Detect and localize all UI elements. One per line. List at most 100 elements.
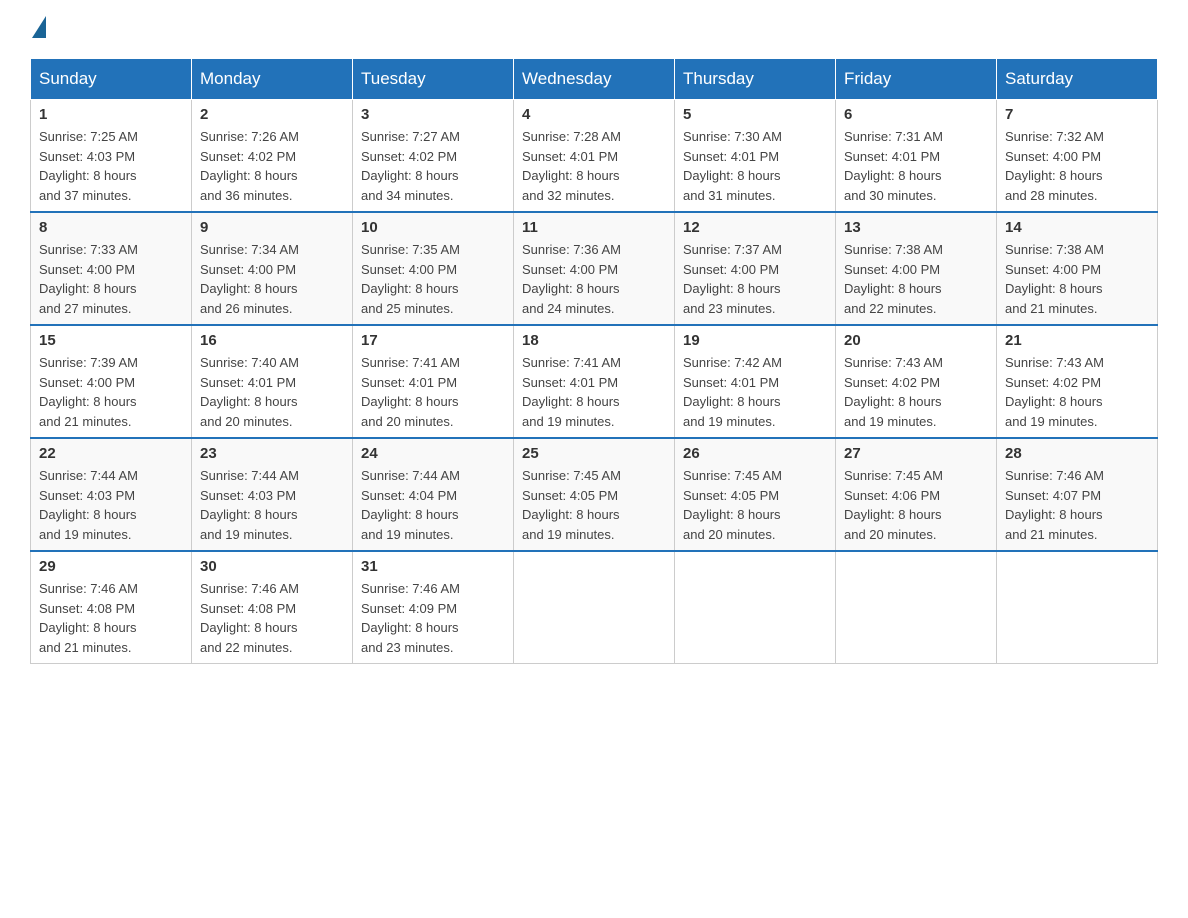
- calendar-day-cell: 11 Sunrise: 7:36 AMSunset: 4:00 PMDayligh…: [514, 212, 675, 325]
- calendar-day-cell: 17Sunrise: 7:41 AMSunset: 4:01 PMDayligh…: [353, 325, 514, 438]
- day-info: Sunrise: 7:36 AMSunset: 4:00 PMDaylight:…: [522, 240, 666, 318]
- day-info: Sunrise: 7:25 AMSunset: 4:03 PMDaylight:…: [39, 127, 183, 205]
- calendar-day-cell: 19 Sunrise: 7:42 AMSunset: 4:01 PMDayligh…: [675, 325, 836, 438]
- day-number: 9: [200, 219, 344, 236]
- day-info: Sunrise: 7:45 AMSunset: 4:05 PMDaylight:…: [683, 466, 827, 544]
- day-of-week-header: Wednesday: [514, 59, 675, 100]
- calendar-week-row: 8 Sunrise: 7:33 AMSunset: 4:00 PMDaylight…: [31, 212, 1158, 325]
- day-number: 23: [200, 445, 344, 462]
- day-number: 4: [522, 106, 666, 123]
- calendar-day-cell: 4 Sunrise: 7:28 AMSunset: 4:01 PMDaylight…: [514, 100, 675, 213]
- day-of-week-header: Monday: [192, 59, 353, 100]
- day-number: 1: [39, 106, 183, 123]
- day-number: 3: [361, 106, 505, 123]
- calendar-day-cell: 3 Sunrise: 7:27 AMSunset: 4:02 PMDaylight…: [353, 100, 514, 213]
- day-info: Sunrise: 7:46 AMSunset: 4:08 PMDaylight:…: [200, 579, 344, 657]
- day-info: Sunrise: 7:34 AMSunset: 4:00 PMDaylight:…: [200, 240, 344, 318]
- day-number: 25: [522, 445, 666, 462]
- day-number: 26: [683, 445, 827, 462]
- calendar-day-cell: 28Sunrise: 7:46 AMSunset: 4:07 PMDayligh…: [997, 438, 1158, 551]
- day-number: 21: [1005, 332, 1149, 349]
- calendar-table: SundayMondayTuesdayWednesdayThursdayFrid…: [30, 58, 1158, 664]
- page-header: [30, 20, 1158, 38]
- calendar-day-cell: 14 Sunrise: 7:38 AMSunset: 4:00 PMDayligh…: [997, 212, 1158, 325]
- day-of-week-header: Saturday: [997, 59, 1158, 100]
- calendar-day-cell: 6 Sunrise: 7:31 AMSunset: 4:01 PMDaylight…: [836, 100, 997, 213]
- day-number: 30: [200, 558, 344, 575]
- day-number: 2: [200, 106, 344, 123]
- calendar-day-cell: [997, 551, 1158, 664]
- calendar-day-cell: 13 Sunrise: 7:38 AMSunset: 4:00 PMDayligh…: [836, 212, 997, 325]
- day-info: Sunrise: 7:31 AMSunset: 4:01 PMDaylight:…: [844, 127, 988, 205]
- calendar-day-cell: 8 Sunrise: 7:33 AMSunset: 4:00 PMDaylight…: [31, 212, 192, 325]
- calendar-day-cell: 9 Sunrise: 7:34 AMSunset: 4:00 PMDaylight…: [192, 212, 353, 325]
- logo-triangle-icon: [32, 16, 46, 38]
- day-info: Sunrise: 7:32 AMSunset: 4:00 PMDaylight:…: [1005, 127, 1149, 205]
- day-number: 13: [844, 219, 988, 236]
- day-number: 15: [39, 332, 183, 349]
- day-info: Sunrise: 7:38 AMSunset: 4:00 PMDaylight:…: [844, 240, 988, 318]
- day-info: Sunrise: 7:41 AMSunset: 4:01 PMDaylight:…: [361, 353, 505, 431]
- day-info: Sunrise: 7:45 AMSunset: 4:06 PMDaylight:…: [844, 466, 988, 544]
- day-info: Sunrise: 7:46 AMSunset: 4:09 PMDaylight:…: [361, 579, 505, 657]
- day-info: Sunrise: 7:43 AMSunset: 4:02 PMDaylight:…: [1005, 353, 1149, 431]
- day-of-week-header: Friday: [836, 59, 997, 100]
- day-info: Sunrise: 7:46 AMSunset: 4:07 PMDaylight:…: [1005, 466, 1149, 544]
- calendar-header-row: SundayMondayTuesdayWednesdayThursdayFrid…: [31, 59, 1158, 100]
- day-number: 8: [39, 219, 183, 236]
- calendar-day-cell: 29 Sunrise: 7:46 AMSunset: 4:08 PMDayligh…: [31, 551, 192, 664]
- day-number: 19: [683, 332, 827, 349]
- day-info: Sunrise: 7:33 AMSunset: 4:00 PMDaylight:…: [39, 240, 183, 318]
- day-info: Sunrise: 7:42 AMSunset: 4:01 PMDaylight:…: [683, 353, 827, 431]
- day-of-week-header: Sunday: [31, 59, 192, 100]
- day-info: Sunrise: 7:27 AMSunset: 4:02 PMDaylight:…: [361, 127, 505, 205]
- day-info: Sunrise: 7:43 AMSunset: 4:02 PMDaylight:…: [844, 353, 988, 431]
- day-of-week-header: Tuesday: [353, 59, 514, 100]
- calendar-day-cell: 23Sunrise: 7:44 AMSunset: 4:03 PMDayligh…: [192, 438, 353, 551]
- calendar-day-cell: 26 Sunrise: 7:45 AMSunset: 4:05 PMDayligh…: [675, 438, 836, 551]
- calendar-week-row: 15 Sunrise: 7:39 AMSunset: 4:00 PMDayligh…: [31, 325, 1158, 438]
- day-info: Sunrise: 7:37 AMSunset: 4:00 PMDaylight:…: [683, 240, 827, 318]
- calendar-week-row: 1 Sunrise: 7:25 AMSunset: 4:03 PMDaylight…: [31, 100, 1158, 213]
- day-number: 27: [844, 445, 988, 462]
- calendar-day-cell: 30 Sunrise: 7:46 AMSunset: 4:08 PMDayligh…: [192, 551, 353, 664]
- day-number: 24: [361, 445, 505, 462]
- calendar-day-cell: 2 Sunrise: 7:26 AMSunset: 4:02 PMDaylight…: [192, 100, 353, 213]
- day-info: Sunrise: 7:39 AMSunset: 4:00 PMDaylight:…: [39, 353, 183, 431]
- day-number: 20: [844, 332, 988, 349]
- day-info: Sunrise: 7:30 AMSunset: 4:01 PMDaylight:…: [683, 127, 827, 205]
- calendar-week-row: 29 Sunrise: 7:46 AMSunset: 4:08 PMDayligh…: [31, 551, 1158, 664]
- calendar-day-cell: 24Sunrise: 7:44 AMSunset: 4:04 PMDayligh…: [353, 438, 514, 551]
- day-number: 11: [522, 219, 666, 236]
- calendar-day-cell: 10Sunrise: 7:35 AMSunset: 4:00 PMDayligh…: [353, 212, 514, 325]
- calendar-day-cell: 5 Sunrise: 7:30 AMSunset: 4:01 PMDaylight…: [675, 100, 836, 213]
- calendar-day-cell: 7 Sunrise: 7:32 AMSunset: 4:00 PMDaylight…: [997, 100, 1158, 213]
- calendar-day-cell: 18 Sunrise: 7:41 AMSunset: 4:01 PMDayligh…: [514, 325, 675, 438]
- logo: [30, 20, 46, 38]
- day-number: 7: [1005, 106, 1149, 123]
- day-number: 18: [522, 332, 666, 349]
- day-number: 10: [361, 219, 505, 236]
- calendar-day-cell: [675, 551, 836, 664]
- day-info: Sunrise: 7:46 AMSunset: 4:08 PMDaylight:…: [39, 579, 183, 657]
- day-number: 5: [683, 106, 827, 123]
- calendar-day-cell: 21 Sunrise: 7:43 AMSunset: 4:02 PMDayligh…: [997, 325, 1158, 438]
- calendar-day-cell: [514, 551, 675, 664]
- day-info: Sunrise: 7:28 AMSunset: 4:01 PMDaylight:…: [522, 127, 666, 205]
- calendar-day-cell: 22Sunrise: 7:44 AMSunset: 4:03 PMDayligh…: [31, 438, 192, 551]
- day-number: 14: [1005, 219, 1149, 236]
- calendar-day-cell: 16Sunrise: 7:40 AMSunset: 4:01 PMDayligh…: [192, 325, 353, 438]
- calendar-day-cell: 27 Sunrise: 7:45 AMSunset: 4:06 PMDayligh…: [836, 438, 997, 551]
- calendar-day-cell: 12Sunrise: 7:37 AMSunset: 4:00 PMDayligh…: [675, 212, 836, 325]
- day-number: 6: [844, 106, 988, 123]
- day-info: Sunrise: 7:41 AMSunset: 4:01 PMDaylight:…: [522, 353, 666, 431]
- day-info: Sunrise: 7:26 AMSunset: 4:02 PMDaylight:…: [200, 127, 344, 205]
- calendar-day-cell: 15 Sunrise: 7:39 AMSunset: 4:00 PMDayligh…: [31, 325, 192, 438]
- calendar-day-cell: 20 Sunrise: 7:43 AMSunset: 4:02 PMDayligh…: [836, 325, 997, 438]
- calendar-day-cell: 25 Sunrise: 7:45 AMSunset: 4:05 PMDayligh…: [514, 438, 675, 551]
- day-number: 29: [39, 558, 183, 575]
- day-info: Sunrise: 7:45 AMSunset: 4:05 PMDaylight:…: [522, 466, 666, 544]
- day-of-week-header: Thursday: [675, 59, 836, 100]
- day-info: Sunrise: 7:38 AMSunset: 4:00 PMDaylight:…: [1005, 240, 1149, 318]
- day-number: 22: [39, 445, 183, 462]
